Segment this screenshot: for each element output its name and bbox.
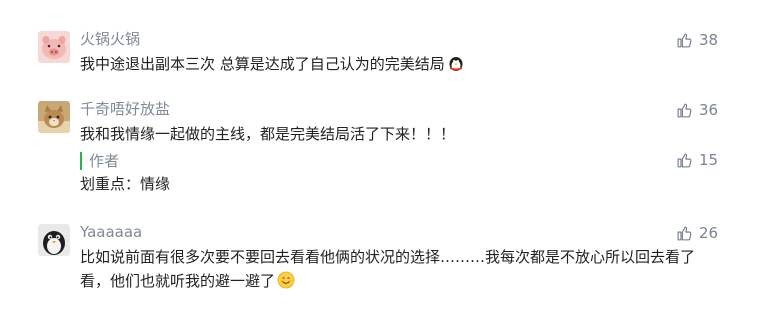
like-count: 38 [699,31,719,49]
comment-text: 我中途退出副本三次 总算是达成了自己认为的完美结局 [80,52,740,76]
like-count: 15 [699,151,719,169]
thumbs-up-icon [677,153,692,167]
comment-text: 比如说前面有很多次要不要回去看看他俩的状况的选择………我每次都是不放心所以回去看… [80,245,720,293]
thumbs-up-icon [677,33,692,47]
like-count: 26 [699,224,719,242]
comment-nickname[interactable]: 火锅火锅 [80,30,140,48]
penguin-avatar-icon[interactable] [38,224,70,256]
like-count: 36 [699,101,719,119]
thumbs-up-icon [677,103,692,117]
cat-avatar-icon[interactable] [38,101,70,133]
comment-body: 我中途退出副本三次 总算是达成了自己认为的完美结局 [80,55,445,73]
thumbs-up-icon [677,226,692,240]
like-button[interactable]: 36 [676,100,718,120]
author-reply-text: 划重点：情缘 [80,175,171,193]
reply-like-button[interactable]: 15 [676,150,718,170]
like-button[interactable]: 26 [676,223,718,243]
author-reply-label: 作者 [80,152,119,170]
pig-avatar-icon[interactable] [38,31,70,63]
comment-nickname[interactable]: Yaaaaaa [80,223,142,241]
smile-emoji-icon [277,271,295,289]
comment-body: 比如说前面有很多次要不要回去看看他俩的状况的选择………我每次都是不放心所以回去看… [80,248,696,290]
penguin-emoji-icon [447,54,465,72]
like-button[interactable]: 38 [676,30,718,50]
comment-body: 我和我情缘一起做的主线，都是完美结局活了下来！！！ [80,125,456,143]
comment-nickname[interactable]: 千奇唔好放盐 [80,100,170,118]
